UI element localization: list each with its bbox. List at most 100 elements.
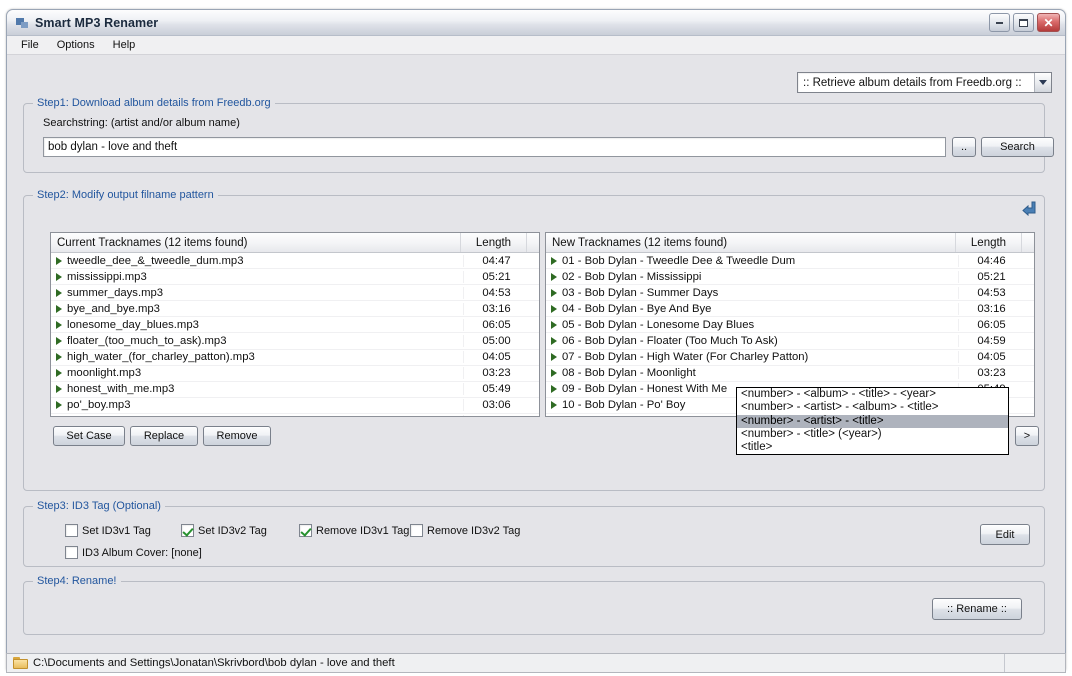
menu-options[interactable]: Options (49, 37, 103, 53)
search-input[interactable]: bob dylan - love and theft (43, 137, 946, 157)
app-root: Smart MP3 Renamer ✕ File Options Help ::… (0, 0, 1072, 676)
step4-legend: Step4: Rename! (33, 575, 121, 587)
play-arrow-icon (546, 305, 562, 313)
remove-id3v2-checkbox[interactable] (410, 524, 423, 537)
apply-pattern-button[interactable]: > (1015, 426, 1039, 446)
table-row[interactable]: 07 - Bob Dylan - High Water (For Charley… (546, 350, 1034, 366)
table-row[interactable]: bye_and_bye.mp3 03:16 (51, 301, 539, 318)
table-row[interactable]: 03 - Bob Dylan - Summer Days 04:53 (546, 285, 1034, 302)
chevron-down-icon[interactable] (1034, 73, 1051, 92)
step3-group: Step3: ID3 Tag (Optional) Set ID3v1 Tag … (23, 500, 1045, 567)
close-button[interactable]: ✕ (1037, 13, 1060, 32)
pattern-option[interactable]: <number> - <artist> - <album> - <title> (737, 401, 1008, 414)
table-row[interactable]: 08 - Bob Dylan - Moonlight 03:23 (546, 366, 1034, 382)
play-arrow-icon (546, 321, 562, 329)
set-id3v1-checkbox[interactable] (65, 524, 78, 537)
table-row[interactable]: 04 - Bob Dylan - Bye And Bye 03:16 (546, 301, 1034, 318)
pattern-dropdown-popup[interactable]: <number> - <album> - <title> - <year> <nu… (736, 387, 1009, 456)
step2-legend: Step2: Modify output filname pattern (33, 189, 218, 201)
current-track-length-cell: 04:53 (463, 286, 529, 299)
pattern-option[interactable]: <number> - <title> (<year>) (737, 428, 1008, 441)
table-row[interactable]: high_water_(for_charley_patton).mp3 04:05 (51, 350, 539, 366)
remove-id3v1-checkbox[interactable] (299, 524, 312, 537)
mode-select[interactable]: :: Retrieve album details from Freedb.or… (797, 72, 1052, 93)
menu-help[interactable]: Help (105, 37, 144, 53)
menu-file[interactable]: File (13, 37, 47, 53)
new-track-length-cell: 05:21 (958, 270, 1024, 283)
play-arrow-icon (51, 401, 67, 409)
set-case-button[interactable]: Set Case (53, 426, 125, 446)
checkbox-album-cover[interactable]: ID3 Album Cover: [none] (65, 546, 202, 559)
play-arrow-icon (546, 353, 562, 361)
remove-button[interactable]: Remove (203, 426, 271, 446)
table-row[interactable]: lonesome_day_blues.mp3 06:05 (51, 317, 539, 334)
edit-cover-button[interactable]: Edit (980, 524, 1030, 545)
play-arrow-icon (51, 321, 67, 329)
status-bar: C:\Documents and Settings\Jonatan\Skrivb… (6, 653, 1066, 673)
replace-button[interactable]: Replace (130, 426, 198, 446)
maximize-button[interactable] (1013, 13, 1034, 32)
current-track-name-cell: mississippi.mp3 (67, 270, 147, 283)
current-track-name-cell: floater_(too_much_to_ask).mp3 (67, 335, 227, 348)
play-arrow-icon (51, 385, 67, 393)
current-track-length-cell: 05:21 (463, 270, 529, 283)
current-tracknames-list[interactable]: Current Tracknames (12 items found) Leng… (50, 232, 540, 417)
checkbox-remove-id3v2[interactable]: Remove ID3v2 Tag (410, 524, 520, 537)
new-list-header-length[interactable]: Length (956, 233, 1022, 252)
table-row[interactable]: summer_days.mp3 04:53 (51, 285, 539, 302)
blue-flag-icon[interactable] (1019, 201, 1036, 216)
new-list-header-pad (1022, 233, 1034, 252)
app-icon (15, 16, 29, 30)
rename-button[interactable]: :: Rename :: (932, 598, 1022, 620)
window-controls: ✕ (989, 13, 1060, 32)
checkbox-set-id3v1[interactable]: Set ID3v1 Tag (65, 524, 151, 537)
table-row[interactable]: mississippi.mp3 05:21 (51, 269, 539, 286)
current-track-name-cell: lonesome_day_blues.mp3 (67, 318, 199, 331)
play-arrow-icon (51, 273, 67, 281)
table-row[interactable]: moonlight.mp3 03:23 (51, 366, 539, 382)
search-input-value: bob dylan - love and theft (48, 141, 178, 153)
current-list-header-name[interactable]: Current Tracknames (12 items found) (51, 233, 461, 252)
table-row[interactable]: 05 - Bob Dylan - Lonesome Day Blues 06:05 (546, 317, 1034, 334)
table-row[interactable]: tweedle_dee_&_tweedle_dum.mp3 04:47 (51, 253, 539, 270)
table-row[interactable]: po'_boy.mp3 03:06 (51, 398, 539, 414)
table-row[interactable]: 06 - Bob Dylan - Floater (Too Much To As… (546, 333, 1034, 350)
current-list-header: Current Tracknames (12 items found) Leng… (51, 233, 539, 253)
checkbox-set-id3v2[interactable]: Set ID3v2 Tag (181, 524, 267, 537)
album-cover-checkbox[interactable] (65, 546, 78, 559)
current-list-header-length[interactable]: Length (461, 233, 527, 252)
search-button[interactable]: Search (981, 137, 1054, 157)
play-arrow-icon (51, 337, 67, 345)
new-track-length-cell: 04:05 (958, 351, 1024, 364)
table-row[interactable]: honest_with_me.mp3 05:49 (51, 382, 539, 398)
table-row[interactable]: 01 - Bob Dylan - Tweedle Dee & Tweedle D… (546, 253, 1034, 270)
title-bar: Smart MP3 Renamer ✕ (7, 10, 1065, 36)
table-row[interactable]: floater_(too_much_to_ask).mp3 05:00 (51, 333, 539, 350)
checkbox-remove-id3v1[interactable]: Remove ID3v1 Tag (299, 524, 409, 537)
step1-group: Step1: Download album details from Freed… (23, 97, 1054, 173)
client-area: :: Retrieve album details from Freedb.or… (7, 55, 1065, 669)
step4-group: Step4: Rename! :: Rename :: (23, 575, 1045, 635)
play-arrow-icon (51, 369, 67, 377)
current-track-length-cell: 05:49 (463, 383, 529, 396)
pattern-option[interactable]: <number> - <artist> - <title> (737, 414, 1008, 428)
play-arrow-icon (546, 337, 562, 345)
play-arrow-icon (546, 385, 562, 393)
current-track-name-cell: summer_days.mp3 (67, 286, 164, 299)
new-list-header-name[interactable]: New Tracknames (12 items found) (546, 233, 956, 252)
minimize-button[interactable] (989, 13, 1010, 32)
play-arrow-icon (546, 401, 562, 409)
play-arrow-icon (51, 289, 67, 297)
menu-bar: File Options Help (7, 36, 1065, 55)
current-list-header-pad (527, 233, 539, 252)
table-row[interactable]: cry_a_while.mp305:06 (51, 414, 539, 416)
pattern-option[interactable]: <title> (737, 441, 1008, 454)
current-track-name-cell: tweedle_dee_&_tweedle_dum.mp3 (67, 254, 244, 267)
application-window: Smart MP3 Renamer ✕ File Options Help ::… (6, 9, 1066, 670)
table-row[interactable]: 02 - Bob Dylan - Mississippi 05:21 (546, 269, 1034, 286)
album-cover-label: ID3 Album Cover: [none] (82, 546, 202, 559)
browse-button[interactable]: .. (952, 137, 976, 157)
set-id3v2-checkbox[interactable] (181, 524, 194, 537)
current-track-name-cell: high_water_(for_charley_patton).mp3 (67, 351, 255, 364)
pattern-option[interactable]: <number> - <album> - <title> - <year> (737, 388, 1008, 401)
